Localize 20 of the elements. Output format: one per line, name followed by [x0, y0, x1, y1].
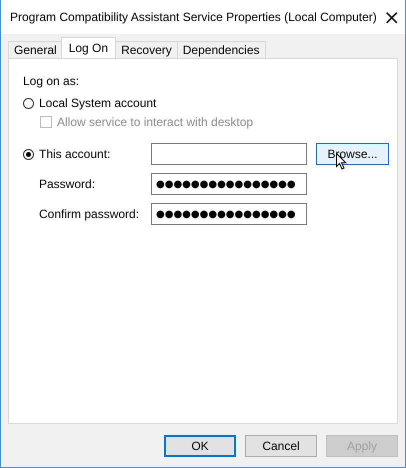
confirm-password-field[interactable]: ●●●●●●●●●●●●●●●●: [151, 203, 307, 225]
close-button[interactable]: ×: [376, 2, 406, 32]
tab[interactable]: General: [8, 41, 63, 58]
password-field[interactable]: ●●●●●●●●●●●●●●●●: [151, 173, 307, 195]
radio-button[interactable]: [23, 98, 34, 108]
checkbox-label: Allow service to interact with desktop: [57, 115, 254, 129]
dialog-button[interactable]: Cancel: [245, 435, 317, 457]
radio-label: Local System account: [39, 96, 156, 110]
radio-label: This account:: [39, 147, 110, 161]
browse-button[interactable]: Browse...: [316, 143, 389, 165]
tab[interactable]: Dependencies: [176, 41, 266, 58]
dialog-button[interactable]: OK: [164, 435, 236, 457]
tab[interactable]: Recovery: [115, 41, 178, 58]
confirm-password-label: Confirm password:: [38, 207, 140, 221]
section-label: Log on as:: [23, 74, 80, 88]
window-title: Program Compatibility Assistant Service Properties (Local Computer): [10, 10, 377, 24]
account-field[interactable]: [151, 143, 307, 165]
tab[interactable]: Log On: [60, 37, 116, 58]
radio-button[interactable]: [23, 148, 34, 160]
password-label: Password:: [38, 177, 96, 191]
